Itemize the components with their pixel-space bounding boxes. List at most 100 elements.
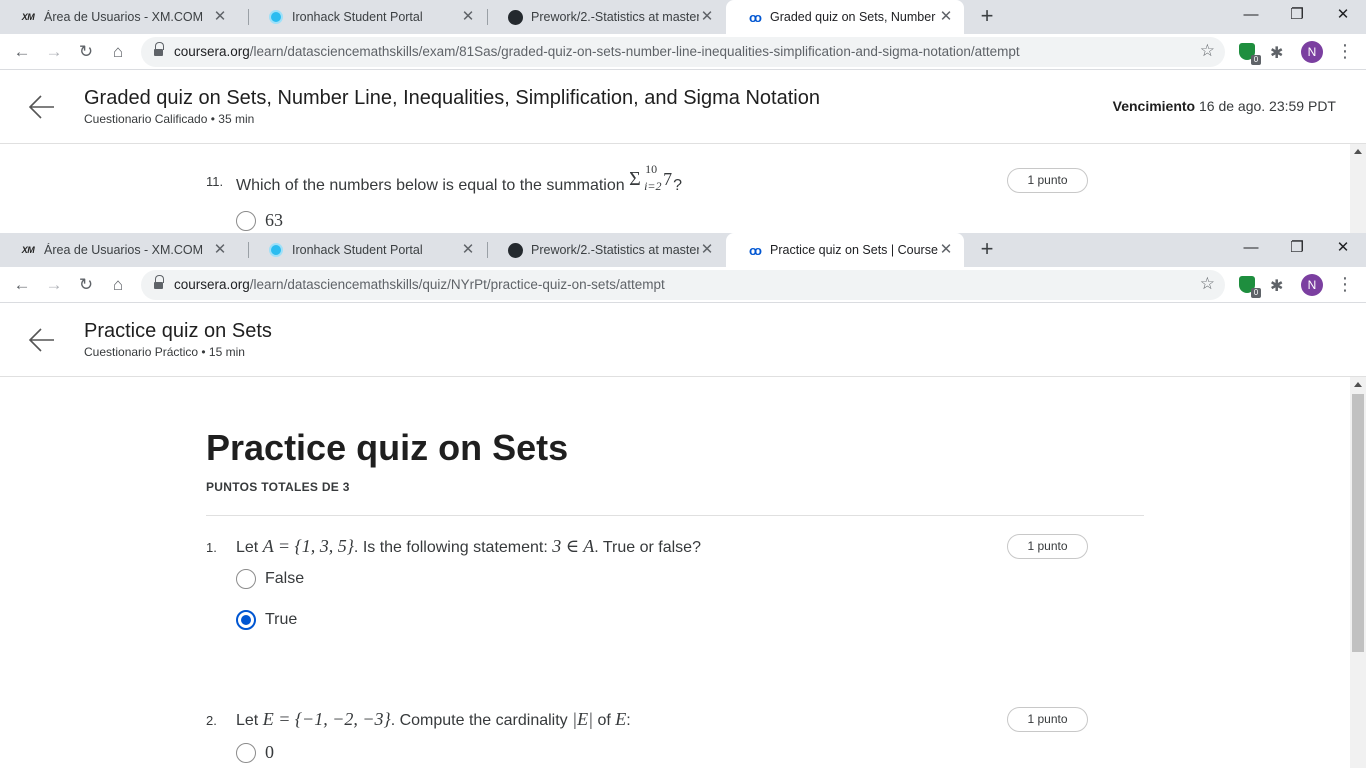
tab-close-icon[interactable]: ✕ (212, 9, 228, 25)
radio-button[interactable] (236, 210, 256, 231)
scroll-up-icon[interactable] (1354, 382, 1362, 387)
lock-icon (154, 275, 164, 290)
quiz-header: Graded quiz on Sets, Number Line, Inequa… (0, 71, 1366, 144)
home-icon[interactable]: ⌂ (106, 40, 130, 64)
url-text: coursera.org/learn/datasciencemathskills… (174, 44, 1020, 59)
tab-strip: XM Área de Usuarios - XM.COM ✕ Ironhack … (0, 0, 1366, 34)
tab-xm[interactable]: XM Área de Usuarios - XM.COM ✕ (0, 0, 238, 34)
quiz-meta: Cuestionario Calificado • 35 min (84, 112, 255, 126)
tab-close-icon[interactable]: ✕ (938, 9, 954, 25)
answer-option[interactable]: 0 (236, 742, 274, 763)
new-tab-button[interactable]: + (976, 238, 998, 261)
points-badge: 1 punto (1007, 707, 1088, 732)
browser-window-graded-quiz: XM Área de Usuarios - XM.COM ✕ Ironhack … (0, 0, 1366, 233)
tab-ironhack[interactable]: Ironhack Student Portal ✕ (248, 0, 486, 34)
maximize-button[interactable]: ❐ (1282, 237, 1312, 259)
address-bar[interactable]: coursera.org/learn/datasciencemathskills… (141, 270, 1225, 300)
bookmark-star-icon[interactable]: ☆ (1200, 41, 1215, 61)
tab-title: Prework/2.-Statistics at master · M (531, 10, 699, 24)
profile-avatar[interactable]: N (1301, 274, 1323, 296)
quiz-header: Practice quiz on Sets Cuestionario Práct… (0, 304, 1366, 377)
question-number: 2. (206, 713, 217, 728)
coursera-icon: oo (749, 242, 762, 258)
browser-toolbar: ← → ↻ ⌂ coursera.org/learn/datasciencema… (0, 34, 1366, 70)
xm-icon: XM (21, 12, 35, 22)
points-badge: 1 punto (1007, 534, 1088, 559)
maximize-button[interactable]: ❐ (1282, 4, 1312, 26)
home-icon[interactable]: ⌂ (106, 273, 130, 297)
scrollbar[interactable] (1350, 144, 1366, 233)
tab-close-icon[interactable]: ✕ (460, 9, 476, 25)
extensions-puzzle-icon[interactable]: ✱ (1270, 43, 1283, 63)
tab-xm[interactable]: XM Área de Usuarios - XM.COM ✕ (0, 233, 238, 267)
reload-icon[interactable]: ↻ (74, 40, 98, 64)
minimize-button[interactable]: — (1236, 4, 1266, 26)
question-text: Let E = {−1, −2, −3}. Compute the cardin… (236, 709, 631, 729)
tab-ironhack[interactable]: Ironhack Student Portal ✕ (248, 233, 486, 267)
profile-avatar[interactable]: N (1301, 41, 1323, 63)
tab-strip: XM Área de Usuarios - XM.COM ✕ Ironhack … (0, 233, 1366, 267)
forward-icon[interactable]: → (42, 40, 66, 64)
close-window-button[interactable]: ✕ (1328, 237, 1358, 259)
menu-kebab-icon[interactable]: ⋮ (1336, 274, 1354, 295)
tab-github[interactable]: Prework/2.-Statistics at master · M ✕ (487, 0, 725, 34)
back-icon[interactable]: ← (10, 40, 34, 64)
option-label: False (265, 570, 305, 587)
shield-extension-icon[interactable] (1239, 276, 1261, 298)
answer-option-false[interactable]: False (236, 569, 304, 589)
back-icon[interactable]: ← (10, 273, 34, 297)
shield-extension-icon[interactable] (1239, 43, 1261, 65)
radio-button[interactable] (236, 569, 256, 589)
tab-close-icon[interactable]: ✕ (699, 9, 715, 25)
lock-icon (154, 42, 164, 57)
tab-title: Graded quiz on Sets, Number Line (770, 10, 938, 24)
tab-title: Ironhack Student Portal (292, 10, 423, 24)
page-title: Practice quiz on Sets (84, 320, 272, 342)
total-points: PUNTOS TOTALES DE 3 (206, 480, 350, 494)
tab-title: Ironhack Student Portal (292, 243, 423, 257)
tab-close-icon[interactable]: ✕ (460, 242, 476, 258)
extensions-puzzle-icon[interactable]: ✱ (1270, 276, 1283, 296)
bookmark-star-icon[interactable]: ☆ (1200, 274, 1215, 294)
browser-toolbar: ← → ↻ ⌂ coursera.org/learn/datasciencema… (0, 267, 1366, 303)
scroll-up-icon[interactable] (1354, 149, 1362, 154)
url-text: coursera.org/learn/datasciencemathskills… (174, 277, 665, 292)
menu-kebab-icon[interactable]: ⋮ (1336, 41, 1354, 62)
back-arrow-icon[interactable] (28, 93, 56, 121)
browser-window-practice-quiz: XM Área de Usuarios - XM.COM ✕ Ironhack … (0, 233, 1366, 768)
back-arrow-icon[interactable] (28, 326, 56, 354)
question-text: Which of the numbers below is equal to t… (236, 162, 682, 194)
close-window-button[interactable]: ✕ (1328, 4, 1358, 26)
question-number: 1. (206, 540, 217, 555)
radio-button-selected[interactable] (236, 610, 256, 630)
quiz-content: Practice quiz on Sets PUNTOS TOTALES DE … (0, 377, 1366, 768)
ironhack-icon (268, 242, 284, 258)
option-label: 0 (265, 742, 274, 762)
answer-option-true[interactable]: True (236, 610, 297, 630)
tab-coursera-graded[interactable]: oo Graded quiz on Sets, Number Line ✕ (726, 0, 964, 34)
tab-title: Prework/2.-Statistics at master · M (531, 243, 699, 257)
tab-title: Practice quiz on Sets | Coursera (770, 243, 938, 257)
question-text: Let A = {1, 3, 5}. Is the following stat… (236, 536, 701, 556)
new-tab-button[interactable]: + (976, 5, 998, 28)
scrollbar-thumb[interactable] (1352, 394, 1364, 652)
tab-close-icon[interactable]: ✕ (212, 242, 228, 258)
address-bar[interactable]: coursera.org/learn/datasciencemathskills… (141, 37, 1225, 67)
ironhack-icon (268, 9, 284, 25)
minimize-button[interactable]: — (1236, 237, 1266, 259)
tab-close-icon[interactable]: ✕ (938, 242, 954, 258)
quiz-meta: Cuestionario Práctico • 15 min (84, 345, 245, 359)
radio-button[interactable] (236, 742, 256, 763)
github-icon (507, 242, 523, 258)
tab-close-icon[interactable]: ✕ (699, 242, 715, 258)
reload-icon[interactable]: ↻ (74, 273, 98, 297)
tab-github[interactable]: Prework/2.-Statistics at master · M ✕ (487, 233, 725, 267)
forward-icon[interactable]: → (42, 273, 66, 297)
tab-coursera-practice[interactable]: oo Practice quiz on Sets | Coursera ✕ (726, 233, 964, 267)
page-title: Graded quiz on Sets, Number Line, Inequa… (84, 87, 820, 109)
scrollbar[interactable] (1350, 377, 1366, 768)
question-number: 11. (206, 174, 224, 189)
points-badge: 1 punto (1007, 168, 1088, 193)
answer-option[interactable]: 63 (236, 210, 283, 231)
quiz-content: 11. Which of the numbers below is equal … (0, 144, 1366, 233)
